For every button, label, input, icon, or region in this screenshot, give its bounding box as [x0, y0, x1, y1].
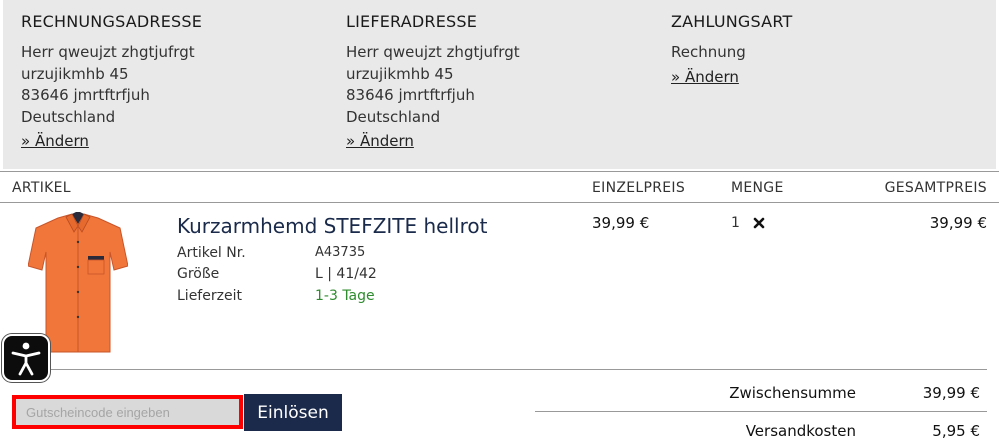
payment-method: Rechnung	[671, 43, 746, 61]
subtotal-label: Zwischensumme	[729, 384, 856, 402]
billing-address-section: RECHNUNGSADRESSE Herr qweujzt zhgtjufrgt…	[21, 12, 202, 150]
payment-heading: ZAHLUNGSART	[671, 12, 793, 31]
payment-section: ZAHLUNGSART Rechnung » Ändern	[671, 12, 792, 86]
billing-city: 83646 jmrtftrfjuh	[21, 86, 150, 104]
total-price: 39,99 €	[929, 214, 987, 232]
article-number-value: A43735	[315, 245, 366, 260]
shipping-heading: LIEFERADRESSE	[346, 12, 478, 31]
close-icon[interactable]	[752, 216, 766, 230]
billing-country: Deutschland	[21, 107, 116, 126]
size-value: L | 41/42	[315, 266, 377, 282]
billing-heading: RECHNUNGSADRESSE	[21, 12, 203, 31]
accessibility-button[interactable]	[2, 334, 50, 382]
address-panel: RECHNUNGSADRESSE Herr qweujzt zhgtjufrgt…	[3, 0, 996, 169]
billing-street: urzujikmhb 45	[21, 64, 129, 83]
payment-change-link[interactable]: » Ändern	[671, 68, 739, 86]
unit-price: 39,99 €	[592, 214, 650, 232]
shipping-cost-value: 5,95 €	[932, 422, 980, 440]
shipping-name: Herr qweujzt zhgtjufrgt	[346, 43, 520, 61]
column-header-gesamtpreis: GESAMTPREIS	[884, 180, 987, 196]
shipping-city: 83646 jmrtftrfjuh	[346, 86, 475, 104]
shipping-street: urzujikmhb 45	[346, 64, 454, 83]
shipping-change-link[interactable]: » Ändern	[346, 132, 414, 150]
shipping-cost-label: Versandkosten	[745, 422, 856, 440]
coupon-code-input[interactable]	[16, 399, 239, 425]
billing-name: Herr qweujzt zhgtjufrgt	[21, 43, 195, 61]
column-header-einzelpreis: EINZELPREIS	[592, 180, 686, 196]
column-header-artikel: ARTIKEL	[12, 180, 71, 196]
size-label: Größe	[177, 266, 220, 282]
article-number-label: Artikel Nr.	[177, 245, 246, 261]
quantity-value: 1	[731, 215, 740, 231]
shipping-address-section: LIEFERADRESSE Herr qweujzt zhgtjufrgt ur…	[346, 12, 520, 150]
column-header-menge: MENGE	[731, 180, 784, 196]
delivery-time-value: 1-3 Tage	[315, 288, 375, 304]
coupon-field-wrapper	[12, 395, 243, 429]
summary-divider	[535, 411, 987, 412]
cart-table-header: ARTIKEL EINZELPREIS MENGE GESAMTPREIS	[0, 171, 999, 203]
billing-change-link[interactable]: » Ändern	[21, 132, 89, 150]
items-divider	[12, 369, 987, 370]
subtotal-value: 39,99 €	[922, 384, 980, 402]
shipping-country: Deutschland	[346, 107, 441, 126]
delivery-time-label: Lieferzeit	[177, 288, 242, 304]
redeem-coupon-button[interactable]: Einlösen	[244, 394, 342, 431]
product-title[interactable]: Kurzarmhemd STEFZITE hellrot	[177, 214, 487, 238]
accessibility-icon	[11, 342, 41, 376]
